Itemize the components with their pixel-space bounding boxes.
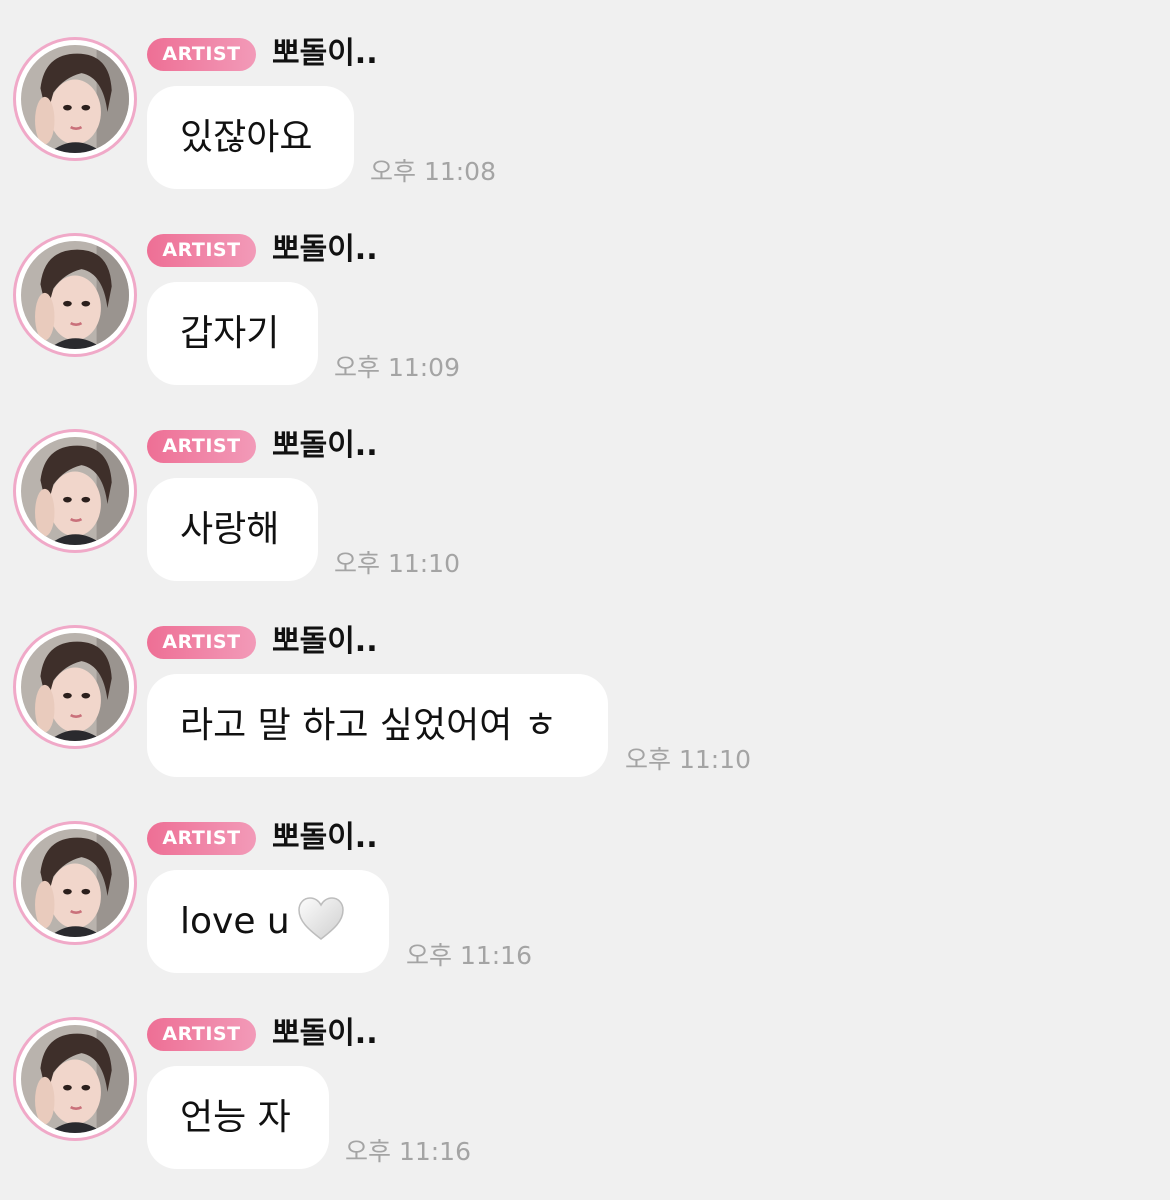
sender-name[interactable]: 뽀돌이.. <box>272 230 378 270</box>
message-bubble[interactable]: 갑자기 <box>147 282 318 385</box>
message-text: 라고 말 하고 싶었어여 ㅎ <box>180 705 557 746</box>
avatar[interactable] <box>13 821 137 945</box>
message-text: 있잖아요 <box>180 117 313 158</box>
avatar-photo <box>21 45 129 153</box>
sender-name[interactable]: 뽀돌이.. <box>272 622 378 662</box>
avatar-photo <box>21 437 129 545</box>
message-text: 언능 자 <box>180 1097 291 1138</box>
artist-badge: ARTIST <box>147 822 256 855</box>
avatar[interactable] <box>13 1017 137 1141</box>
avatar-photo <box>21 241 129 349</box>
artist-badge: ARTIST <box>147 38 256 71</box>
sender-name[interactable]: 뽀돌이.. <box>272 1014 378 1054</box>
chat-message: ARTIST 뽀돌이.. love u 오후 11:16 <box>0 784 1170 980</box>
artist-badge: ARTIST <box>147 234 256 267</box>
avatar-photo <box>21 829 129 937</box>
message-bubble[interactable]: 라고 말 하고 싶었어여 ㅎ <box>147 674 608 777</box>
message-time: 오후 11:08 <box>370 157 496 186</box>
artist-badge: ARTIST <box>147 1018 256 1051</box>
avatar-photo <box>21 633 129 741</box>
chat-message-list: ARTIST 뽀돌이.. 있잖아요 오후 11:08 ARTIST 뽀돌이.. … <box>0 0 1170 1200</box>
message-time: 오후 11:16 <box>406 941 532 970</box>
avatar[interactable] <box>13 429 137 553</box>
message-text: 사랑해 <box>180 509 280 550</box>
sender-name[interactable]: 뽀돌이.. <box>272 426 378 466</box>
message-time: 오후 11:10 <box>334 549 460 578</box>
avatar[interactable] <box>13 625 137 749</box>
message-time: 오후 11:16 <box>345 1137 471 1166</box>
sender-name[interactable]: 뽀돌이.. <box>272 818 378 858</box>
chat-message: ARTIST 뽀돌이.. 갑자기 오후 11:09 <box>0 196 1170 392</box>
chat-message: ARTIST 뽀돌이.. 있잖아요 오후 11:08 <box>0 0 1170 196</box>
message-text: love u <box>180 901 290 942</box>
message-bubble[interactable]: love u <box>147 870 389 973</box>
message-time: 오후 11:09 <box>334 353 460 382</box>
avatar[interactable] <box>13 37 137 161</box>
avatar[interactable] <box>13 233 137 357</box>
message-bubble[interactable]: 사랑해 <box>147 478 318 581</box>
sender-name[interactable]: 뽀돌이.. <box>272 34 378 74</box>
white-heart-icon <box>296 880 346 940</box>
chat-message: ARTIST 뽀돌이.. 라고 말 하고 싶었어여 ㅎ 오후 11:10 <box>0 588 1170 784</box>
artist-badge: ARTIST <box>147 626 256 659</box>
message-text: 갑자기 <box>180 313 280 354</box>
message-bubble[interactable]: 언능 자 <box>147 1066 329 1169</box>
message-bubble[interactable]: 있잖아요 <box>147 86 354 189</box>
chat-message: ARTIST 뽀돌이.. 언능 자 오후 11:16 <box>0 980 1170 1176</box>
message-time: 오후 11:10 <box>625 745 751 774</box>
chat-message: ARTIST 뽀돌이.. 사랑해 오후 11:10 <box>0 392 1170 588</box>
avatar-photo <box>21 1025 129 1133</box>
artist-badge: ARTIST <box>147 430 256 463</box>
